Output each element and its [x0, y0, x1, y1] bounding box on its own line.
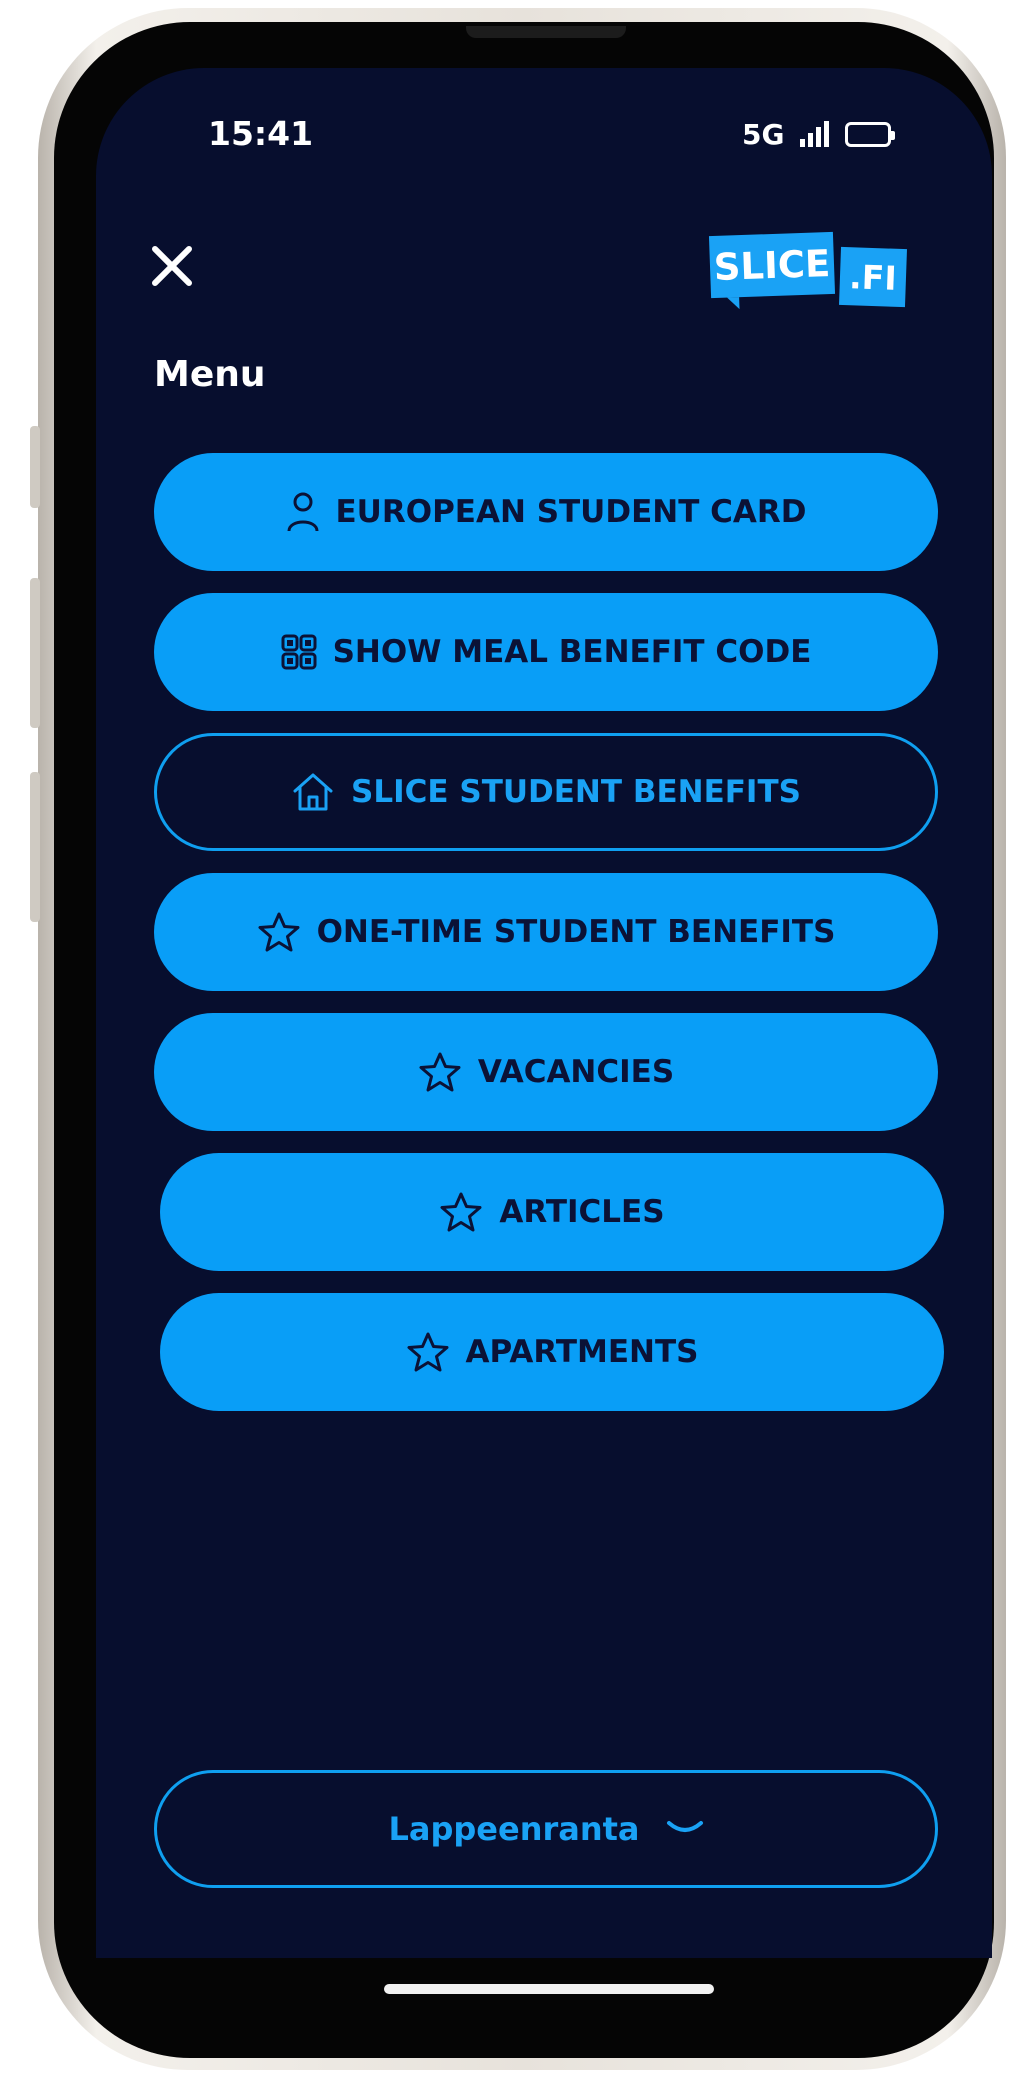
location-select[interactable]: Lappeenranta	[154, 1770, 938, 1888]
home-indicator[interactable]	[384, 1984, 714, 1994]
articles-button[interactable]: ARTICLES	[160, 1153, 944, 1271]
qr-code-icon	[281, 634, 317, 670]
status-indicators: 5G	[742, 114, 896, 154]
apartments-button[interactable]: APARTMENTS	[160, 1293, 944, 1411]
slice-student-benefits-button[interactable]: SLICE STUDENT BENEFITS	[154, 733, 938, 851]
location-label: Lappeenranta	[388, 1810, 640, 1848]
chevron-down-icon	[666, 1821, 703, 1832]
status-time: 15:41	[208, 114, 314, 153]
signal-icon	[800, 121, 830, 147]
menu-item-label: VACANCIES	[477, 1054, 675, 1090]
menu-item-label: EUROPEAN STUDENT CARD	[335, 494, 807, 530]
network-type: 5G	[742, 117, 785, 151]
side-button-volume-down	[30, 772, 40, 922]
star-icon	[440, 1192, 482, 1232]
menu-item-label: ONE-TIME STUDENT BENEFITS	[316, 914, 836, 950]
logo-slice-text: SLICE	[708, 231, 836, 299]
home-icon	[293, 773, 333, 811]
star-icon	[258, 912, 300, 952]
menu-item-label: APARTMENTS	[465, 1334, 699, 1370]
speaker-notch	[466, 26, 626, 38]
menu-item-label: SHOW MEAL BENEFIT CODE	[332, 634, 812, 670]
person-icon	[287, 492, 318, 532]
star-icon	[419, 1052, 461, 1092]
slice-logo: SLICE .FI	[708, 228, 907, 320]
side-button-volume-up	[30, 578, 40, 728]
logo-fi-text: .FI	[839, 246, 907, 308]
star-icon	[407, 1332, 449, 1372]
vacancies-button[interactable]: VACANCIES	[154, 1013, 938, 1131]
european-student-card-button[interactable]: EUROPEAN STUDENT CARD	[154, 453, 938, 571]
app-screen: 15:41 5G SLICE .FI Menu EUROPEAN STUDENT…	[96, 68, 992, 1958]
menu-item-label: ARTICLES	[499, 1194, 665, 1230]
show-meal-benefit-code-button[interactable]: SHOW MEAL BENEFIT CODE	[154, 593, 938, 711]
menu-title: Menu	[154, 354, 266, 395]
menu-item-label: SLICE STUDENT BENEFITS	[351, 774, 801, 810]
one-time-student-benefits-button[interactable]: ONE-TIME STUDENT BENEFITS	[154, 873, 938, 991]
close-icon[interactable]	[150, 244, 194, 288]
side-button-mute	[30, 426, 40, 508]
battery-icon	[845, 121, 896, 147]
